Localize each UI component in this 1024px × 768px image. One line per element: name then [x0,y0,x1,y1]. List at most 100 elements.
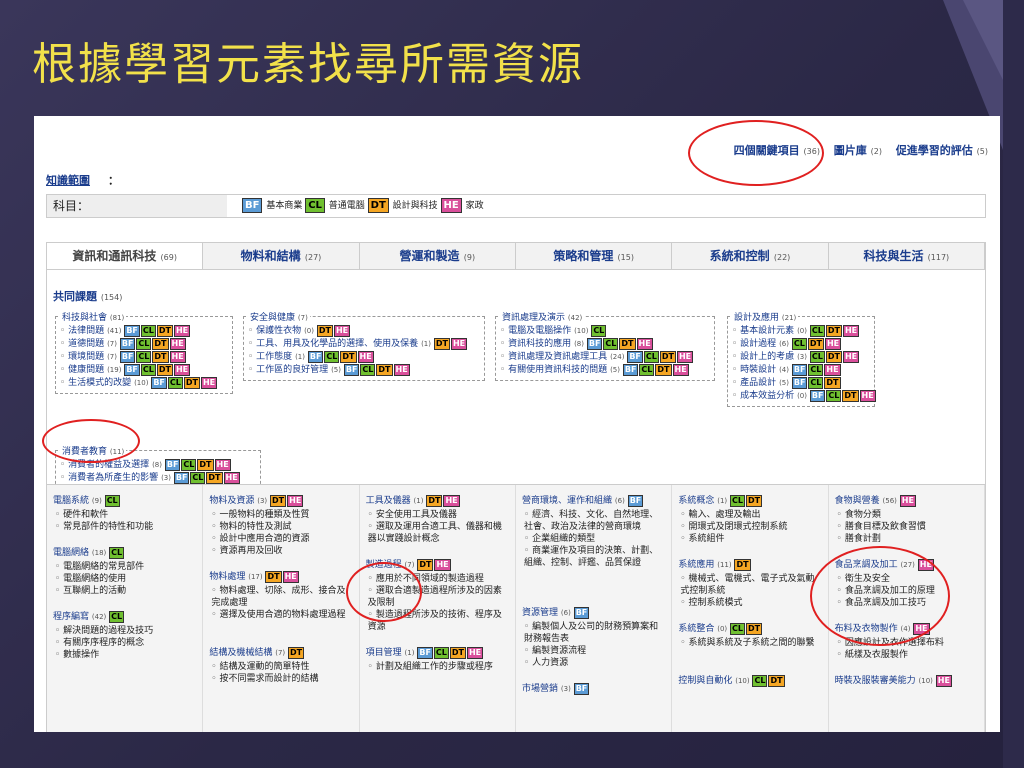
group-count: (81) [109,314,125,322]
tab-1[interactable]: 物料和結構 (27) [203,243,360,269]
common-topics-title: 共同課題 (154) [53,290,123,303]
topic-link[interactable]: 紙樣及衣服製作 [837,649,977,661]
topic-group-title[interactable]: 系統整合 (0) CL DT [678,621,820,635]
topic-link[interactable]: 法律問題 (41) BFCLDTHE [60,325,228,338]
topic-link[interactable]: 企業組織的類型 [524,533,664,545]
topic-group-title[interactable]: 電腦網絡 (18) CL [53,545,195,559]
topic-link[interactable]: 一般物料的種類及性質 [211,509,351,521]
topic-link[interactable]: 電腦網絡的常見部件 [55,561,195,573]
topic-link[interactable]: 設計過程 (6) CLDTHE [732,338,870,351]
image-bank-link[interactable]: 圖片庫 (2) [834,144,882,157]
topic-group-title[interactable]: 食物與營養 (56) HE [835,493,977,507]
topic-link[interactable]: 系統組件 [680,533,820,545]
topic-link[interactable]: 電腦網絡的使用 [55,573,195,585]
topic-link[interactable]: 資訊科技的應用 (8) BFCLDTHE [500,338,710,351]
topic-link[interactable]: 結構及運動的簡單特性 [211,661,351,673]
topic-group-title[interactable]: 資訊處理及演示 (42) [500,310,585,323]
assessment-link[interactable]: 促進學習的評估 (5) [896,144,988,157]
topic-group-title[interactable]: 物料及資源 (3) DT HE [209,493,351,507]
tab-2[interactable]: 營運和製造 (9) [359,243,516,269]
topic-link[interactable]: 設計中應用合適的資源 [211,533,351,545]
subject-tag-cl: CL [140,325,156,337]
topic-link[interactable]: 健康問題 (19) BFCLDTHE [60,364,228,377]
topic-link[interactable]: 膳食計劃 [837,533,977,545]
topic-link[interactable]: 保護性衣物 (0) DTHE [248,325,480,338]
topic-group-title[interactable]: 電腦系統 (9) CL [53,493,195,507]
topic-link[interactable]: 物料處理、切除、成形、接合及完成處理 [211,585,351,609]
topic-link[interactable]: 商業運作及項目的決策、計劃、組織、控制、評鑑、品質保證 [524,545,664,569]
topic-link[interactable]: 工具、用具及化學品的選擇、使用及保養 (1) DTHE [248,338,480,351]
topic-link[interactable]: 膳食目標及飲食習慣 [837,521,977,533]
topic-link[interactable]: 編製個人及公司的財務預算案和財務報告表 [524,621,664,645]
topic-group-title[interactable]: 結構及機械結構 (7) DT [209,645,351,659]
topic-group-title[interactable]: 系統概念 (1) CL DT [678,493,820,507]
group-name: 系統整合 [678,624,715,634]
topic-link[interactable]: 道德問題 (7) BFCLDTHE [60,338,228,351]
topic-link[interactable]: 環境問題 (7) BFCLDTHE [60,351,228,364]
topic-group-title[interactable]: 科技與社會 (81) [60,310,127,323]
topic-link[interactable]: 選取及運用合適工具、儀器和機器以實踐設計概念 [368,521,508,545]
subject-tag-cl: CL [167,377,183,389]
topic-link[interactable]: 常見部件的特性和功能 [55,521,195,533]
subject-tag-cl: CL [136,338,152,350]
topic-link[interactable]: 產品設計 (5) BFCLDT [732,377,870,390]
topic-group-title[interactable]: 工具及儀器 (1) DT HE [366,493,508,507]
topic-link[interactable]: 開環式及閉環式控制系統 [680,521,820,533]
topic-link[interactable]: 成本效益分析 (0) BFCLDTHE [732,390,876,403]
topic-link[interactable]: 時裝設計 (4) BFCLHE [732,364,870,377]
topic-group-title[interactable]: 安全與健康 (7) [248,310,310,323]
topic-link[interactable]: 選擇及使用合適的物料處理過程 [211,609,351,621]
scope-link[interactable]: 知識範圍 [46,172,90,188]
topic-link[interactable]: 設計上的考慮 (3) CLDTHE [732,351,870,364]
subject-tag-bf: BF [164,459,181,471]
topic-link[interactable]: 經濟、科技、文化、自然地理、社會、政治及法律的營商環境 [524,509,664,533]
group-count: (42) [91,613,107,621]
topic-link[interactable]: 生活模式的改變 (10) BFCLDTHE [60,377,228,390]
topic-list: 食物分類膳食目標及飲食習慣膳食計劃 [835,509,977,545]
topic-link[interactable]: 物料的特性及測試 [211,521,351,533]
topic-link[interactable]: 安全使用工具及儀器 [368,509,508,521]
topic-link[interactable]: 人力資源 [524,657,664,669]
topic-group-title[interactable]: 物料處理 (17) DT HE [209,569,351,583]
topic-link[interactable]: 電腦及電腦操作 (10) CL [500,325,710,338]
group-name: 安全與健康 [250,313,296,323]
topic-link[interactable]: 按不同需求而設計的結構 [211,673,351,685]
group-count: (17) [248,573,263,581]
topic-link[interactable]: 食物分類 [837,509,977,521]
topic-link[interactable]: 硬件和軟件 [55,509,195,521]
tab-0[interactable]: 資訊和通訊科技 (69) [47,243,204,269]
topic-link[interactable]: 有關使用資訊科技的問題 (5) BFCLDTHE [500,364,710,377]
topic-link[interactable]: 工作態度 (1) BFCLDTHE [248,351,480,364]
topic-link[interactable]: 輸入、處理及輸出 [680,509,820,521]
topic-link[interactable]: 數據操作 [55,649,195,661]
topic-link[interactable]: 系統與系統及子系統之間的聯繫 [680,637,820,649]
topic-count: (24) [610,353,625,361]
topic-link[interactable]: 有關序序程序的概念 [55,637,195,649]
topic-group-title[interactable]: 設計及應用 (21) [732,310,799,323]
topic-link[interactable]: 控制系統模式 [680,597,820,609]
group-name: 資訊處理及演示 [502,313,566,323]
topic-group-title[interactable]: 時裝及服裝審美能力 (10) HE [835,673,977,687]
subject-legend: BF 基本商業 CL 普通電腦 DT 設計與科技 HE 家政 [242,198,484,214]
topic-name: 道德問題 [68,339,105,349]
topic-link[interactable]: 互聯網上的活動 [55,585,195,597]
topic-link[interactable]: 機械式、電機式、電子式及氣動式控制系統 [680,573,820,597]
topic-group-title[interactable]: 資源管理 (6) BF [522,605,664,619]
topic-group-title[interactable]: 程序編寫 (42) CL [53,609,195,623]
topic-link[interactable]: 計劃及組織工作的步驟或程序 [368,661,508,673]
tab-3[interactable]: 策略和管理 (15) [515,243,673,269]
topic-link[interactable]: 工作區的良好管理 (5) BFCLDTHE [248,364,480,377]
topic-group-title[interactable]: 營商環境、運作和組織 (6) BF [522,493,664,507]
topic-link[interactable]: 編製資源流程 [524,645,664,657]
topic-link[interactable]: 資訊處理及資訊處理工具 (24) BFCLDTHE [500,351,710,364]
tab-5[interactable]: 科技與生活 (117) [828,243,985,269]
topic-group-title[interactable]: 系統應用 (11) DT [678,557,820,571]
subject-tag-he: HE [287,495,304,507]
topic-link[interactable]: 解決問題的過程及技巧 [55,625,195,637]
topic-group-title[interactable]: 市場營銷 (3) BF [522,681,664,695]
topic-group-title[interactable]: 項目管理 (1) BF CL DT HE [366,645,508,659]
topic-link[interactable]: 資源再用及回收 [211,545,351,557]
tab-4[interactable]: 系統和控制 (22) [672,243,829,269]
topic-group-title[interactable]: 控制與自動化 (10) CL DT [678,673,820,687]
topic-link[interactable]: 基本設計元素 (0) CLDTHE [732,325,870,338]
